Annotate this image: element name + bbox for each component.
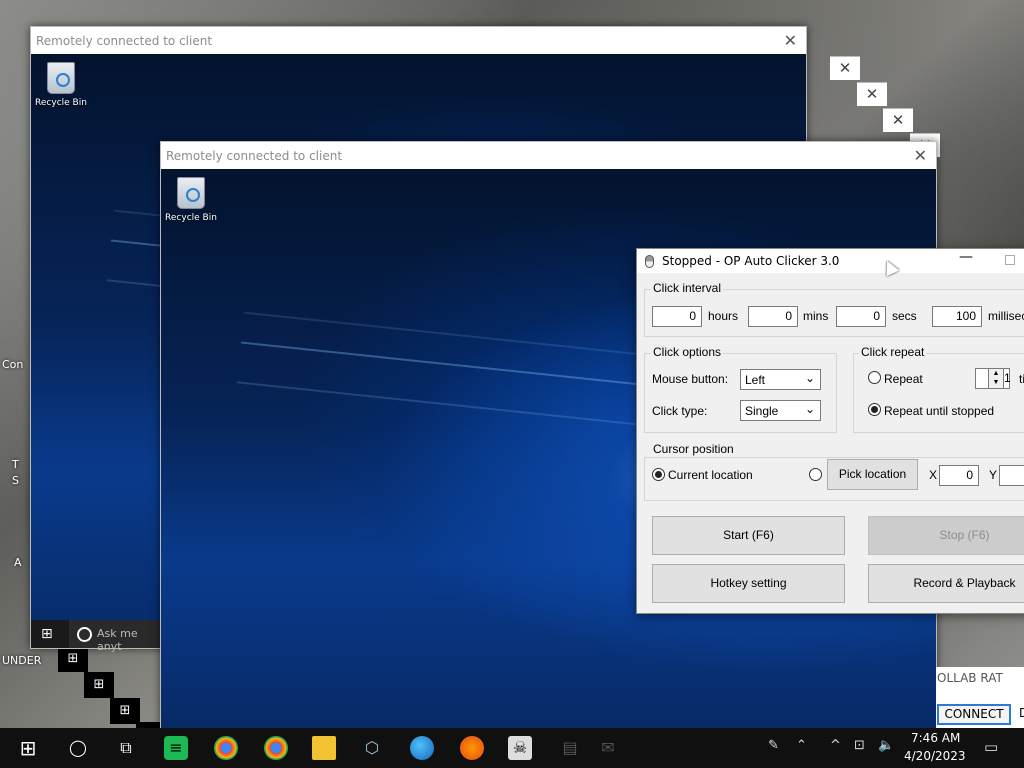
recycle-bin-graphic	[177, 177, 205, 209]
stacked-start-icon: ⊞	[110, 698, 140, 724]
clock-time[interactable]: 7:46 AM	[911, 731, 960, 745]
click-options-group	[644, 353, 837, 433]
chrome-icon[interactable]	[214, 736, 238, 760]
secs-input[interactable]: 0	[836, 306, 886, 327]
volume-muted-icon[interactable]: 🔈	[878, 738, 894, 753]
mouse-button-select[interactable]: Left ⌄	[740, 369, 821, 390]
close-icon[interactable]: ✕	[914, 146, 927, 165]
repeat-radio[interactable]	[868, 371, 881, 384]
cursor-position-label: Cursor position	[651, 442, 736, 456]
remote-search-box[interactable]: Ask me anyt	[69, 620, 164, 653]
y-coordinate-input[interactable]	[999, 465, 1024, 486]
host-desktop-label: S	[12, 474, 19, 487]
host-desktop-label: Con	[2, 358, 24, 371]
app-icon[interactable]: ▤	[558, 736, 582, 760]
notifications-icon[interactable]: ▭	[984, 738, 998, 756]
stacked-window-close-icon[interactable]: ✕	[883, 108, 913, 132]
close-icon[interactable]: ✕	[784, 31, 797, 50]
hours-label: hours	[708, 309, 739, 323]
pin-icon[interactable]: ✎	[768, 738, 779, 753]
click-repeat-group	[853, 353, 1024, 433]
start-button[interactable]: Start (F6)	[652, 516, 845, 555]
host-desktop-label: T	[12, 458, 19, 471]
milliseconds-label: millisecc	[988, 309, 1024, 323]
secs-label: secs	[892, 309, 917, 323]
chevron-up-icon[interactable]: ⌃	[796, 738, 807, 753]
connect-button[interactable]: CONNECT	[937, 704, 1011, 725]
mouse-icon	[645, 254, 654, 268]
recycle-bin-label: Recycle Bin	[165, 213, 217, 223]
times-label: ti	[1019, 372, 1024, 386]
stacked-window-close-icon[interactable]: ✕	[857, 82, 887, 106]
spotify-icon[interactable]: ≡	[164, 736, 188, 760]
recycle-bin-label: Recycle Bin	[35, 98, 87, 108]
repeat-until-stopped-label: Repeat until stopped	[884, 404, 995, 418]
op-window-title: Stopped - OP Auto Clicker 3.0	[662, 254, 840, 268]
click-type-select[interactable]: Single ⌄	[740, 400, 821, 421]
stacked-window-close-icon[interactable]: ✕	[830, 56, 860, 80]
click-interval-label: Click interval	[651, 281, 724, 295]
op-auto-clicker-window[interactable]: Stopped - OP Auto Clicker 3.0 — Click in…	[636, 248, 1024, 614]
mins-label: mins	[803, 309, 829, 323]
clock-date[interactable]: 4/20/2023	[904, 749, 966, 763]
recycle-bin-icon[interactable]: Recycle Bin	[161, 177, 221, 223]
stop-button[interactable]: Stop (F6)	[868, 516, 1024, 555]
pick-location-button[interactable]: Pick location	[827, 459, 918, 490]
file-explorer-icon[interactable]	[312, 736, 336, 760]
chevron-down-icon: ⌄	[804, 371, 815, 385]
maximize-icon[interactable]	[1005, 255, 1015, 265]
hotkey-setting-button[interactable]: Hotkey setting	[652, 564, 845, 603]
mins-input[interactable]: 0	[748, 306, 798, 327]
click-type-value: Single	[745, 404, 779, 418]
rat-extra-button[interactable]: D	[1019, 706, 1024, 720]
click-repeat-label: Click repeat	[859, 345, 927, 359]
repeat-until-stopped-radio[interactable]	[868, 403, 881, 416]
network-icon[interactable]: ⊡	[854, 738, 865, 753]
hours-input[interactable]: 0	[652, 306, 702, 327]
click-options-label: Click options	[651, 345, 724, 359]
stacked-start-icon: ⊞	[58, 646, 88, 672]
skull-app-icon[interactable]: ☠	[508, 736, 532, 760]
mail-icon[interactable]: ✉	[596, 736, 620, 760]
x-coordinate-input[interactable]: 0	[939, 465, 979, 486]
current-location-label: Current location	[668, 468, 753, 482]
firefox-icon[interactable]	[460, 736, 484, 760]
task-view-icon[interactable]: ⧉	[114, 736, 138, 760]
windows-start-icon[interactable]: ⊞	[16, 736, 40, 760]
click-type-label: Click type:	[652, 404, 708, 418]
recycle-bin-icon[interactable]: Recycle Bin	[31, 62, 91, 108]
current-location-radio[interactable]	[652, 468, 665, 481]
y-label: Y	[989, 468, 998, 482]
windows-start-icon[interactable]: ⊞	[41, 626, 53, 642]
pick-location-radio[interactable]	[809, 468, 822, 481]
mouse-button-label: Mouse button:	[652, 372, 729, 386]
edge-icon[interactable]	[410, 736, 434, 760]
milliseconds-input[interactable]: 100	[932, 306, 982, 327]
op-titlebar[interactable]: Stopped - OP Auto Clicker 3.0 —	[637, 249, 1024, 273]
rat-title: OLLAB RAT	[937, 671, 1003, 685]
record-playback-button[interactable]: Record & Playback	[868, 564, 1024, 603]
remote-window-titlebar[interactable]: Remotely connected to client ✕	[161, 142, 936, 169]
chevron-up-icon[interactable]: ^	[830, 738, 841, 753]
host-desktop-label: UNDER	[2, 654, 42, 667]
x-label: X	[929, 468, 938, 482]
remote-window-title: Remotely connected to client	[166, 148, 343, 163]
virtualbox-icon[interactable]: ⬡	[360, 736, 384, 760]
chevron-down-icon: ⌄	[804, 402, 815, 416]
remote-window-title: Remotely connected to client	[36, 33, 213, 48]
repeat-label: Repeat	[884, 372, 923, 386]
minimize-icon[interactable]: —	[959, 249, 973, 265]
cortana-icon[interactable]: ◯	[66, 736, 90, 760]
host-desktop-label: A	[14, 556, 22, 569]
stacked-start-icon: ⊞	[84, 672, 114, 698]
repeat-count-spinner[interactable]: ▲ ▼	[988, 368, 1004, 389]
chrome-icon[interactable]	[264, 736, 288, 760]
mouse-button-value: Left	[745, 373, 766, 387]
recycle-bin-graphic	[47, 62, 75, 94]
remote-window-titlebar[interactable]: Remotely connected to client ✕	[31, 27, 806, 54]
